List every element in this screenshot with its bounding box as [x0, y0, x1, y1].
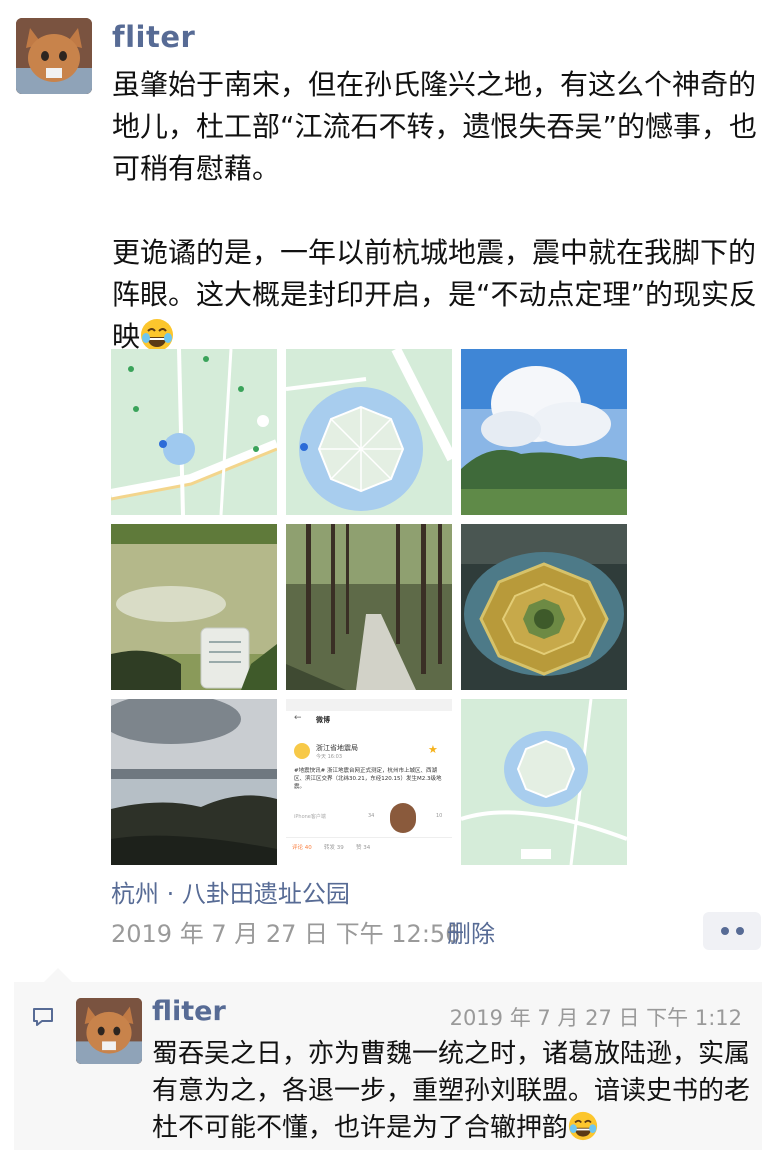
weibo-time: 今天 16:03 — [316, 754, 342, 760]
weibo-screenshot[interactable]: 微博 ← 浙江省地震局 今天 16:03 ★ #地震快讯# 浙江地震台网正式测定… — [286, 699, 452, 865]
map-screenshot-2[interactable] — [286, 349, 452, 515]
location-link[interactable]: 杭州 · 八卦田遗址公园 — [111, 874, 350, 909]
comment-icon — [33, 1008, 53, 1026]
weibo-tab-reposts: 转发 39 — [324, 845, 344, 851]
weibo-header: 微博 — [316, 716, 330, 724]
delete-button[interactable]: 删除 — [447, 914, 495, 949]
weibo-back-icon: ← — [294, 713, 302, 723]
post-paragraph-2: 更诡谲的是，一年以前杭城地震，震中就在我脚下的阵眼。这大概是封印开启，是“不动点… — [112, 232, 762, 358]
photo-city-lake[interactable] — [111, 699, 277, 865]
map-screenshot-3[interactable] — [461, 699, 627, 865]
photo-grid: 微博 ← 浙江省地震局 今天 16:03 ★ #地震快讯# 浙江地震台网正式测定… — [111, 349, 627, 865]
more-dot-icon — [720, 927, 729, 935]
weibo-likes: 34 — [368, 813, 375, 819]
post-paragraph-2-text: 更诡谲的是，一年以前杭城地震，震中就在我脚下的阵眼。这大概是封印开启，是“不动点… — [112, 236, 758, 353]
more-actions-button[interactable] — [703, 912, 761, 950]
bear-sticker — [390, 803, 416, 833]
photo-cloud-mountain[interactable] — [461, 349, 627, 515]
weibo-account: 浙江省地震局 — [316, 744, 358, 752]
comment-author[interactable]: fliter — [152, 996, 226, 1027]
grin-sweat-emoji — [568, 1111, 598, 1141]
poster-name[interactable]: fliter — [112, 20, 195, 54]
comment-section: fliter 2019 年 7 月 27 日 下午 1:12 蜀吞吴之日，亦为曹… — [14, 968, 762, 1150]
post-paragraph-1: 虽肇始于南宋，但在孙氏隆兴之地，有这么个神奇的地儿，杜工部“江流石不转，遗恨失吞… — [112, 68, 758, 185]
post-timestamp: 2019 年 7 月 27 日 下午 12:56 — [111, 920, 461, 948]
comment-avatar[interactable] — [76, 998, 142, 1064]
photo-bagua-aerial[interactable] — [461, 524, 627, 690]
photo-pond-sign[interactable] — [111, 524, 277, 690]
weibo-source: iPhone客户端 — [294, 814, 326, 820]
star-icon: ★ — [428, 743, 438, 756]
post-text: 虽肇始于南宋，但在孙氏隆兴之地，有这么个神奇的地儿，杜工部“江流石不转，遗恨失吞… — [112, 64, 762, 358]
more-dot-icon — [735, 927, 744, 935]
weibo-body: #地震快讯# 浙江地震台网正式测定，杭州市上城区、西湖区、滨江区交界（北纬30.… — [294, 768, 442, 790]
comment-text: 蜀吞吴之日，亦为曹魏一统之时，诸葛放陆逊，实属有意为之，各退一步，重塑孙刘联盟。… — [152, 1036, 752, 1147]
map-screenshot-1[interactable] — [111, 349, 277, 515]
weibo-account-avatar — [294, 743, 310, 759]
weibo-tab-likes: 赞 34 — [356, 845, 371, 851]
photo-forest-path[interactable] — [286, 524, 452, 690]
grin-sweat-emoji — [141, 319, 174, 351]
weibo-tab-comments: 评论 40 — [292, 845, 312, 851]
comment-text-body: 蜀吞吴之日，亦为曹魏一统之时，诸葛放陆逊，实属有意为之，各退一步，重塑孙刘联盟。… — [152, 1039, 751, 1143]
avatar[interactable] — [16, 18, 92, 94]
comment-timestamp: 2019 年 7 月 27 日 下午 1:12 — [449, 1006, 742, 1030]
weibo-reposts: 10 — [436, 813, 443, 819]
